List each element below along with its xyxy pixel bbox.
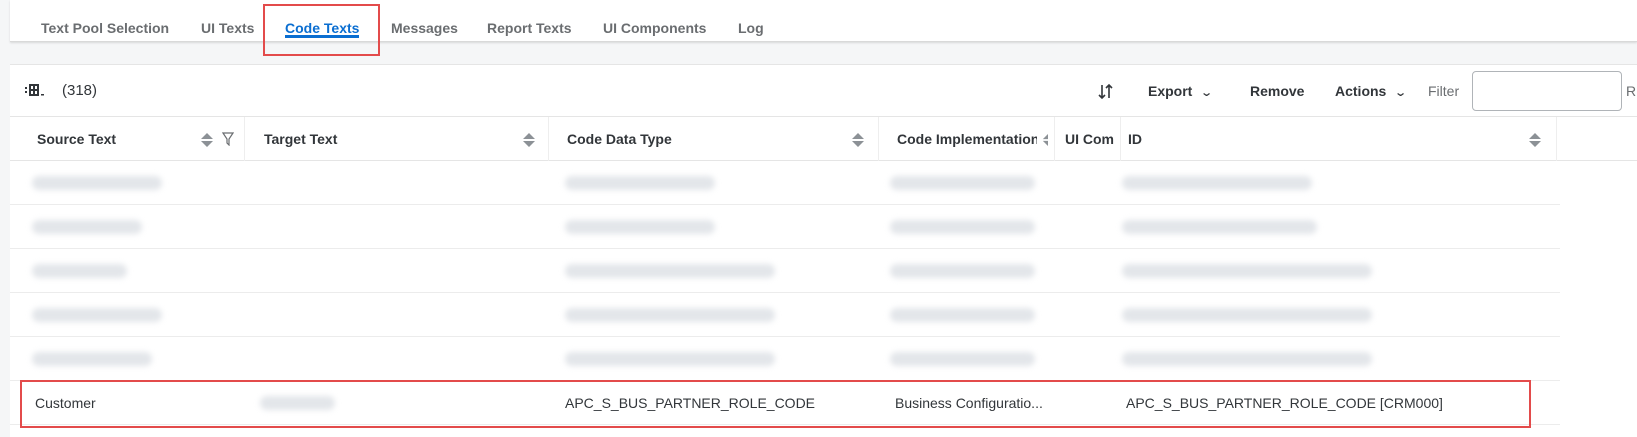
column-separator[interactable] <box>244 117 245 161</box>
redacted-cell <box>890 176 1035 190</box>
redacted-cell <box>890 308 1035 322</box>
tab-text-pool-selection[interactable]: Text Pool Selection <box>41 0 169 42</box>
sort-icon[interactable] <box>1098 65 1114 117</box>
table-row-redacted[interactable] <box>10 337 1560 381</box>
table-row[interactable]: Customer APC_S_BUS_PARTNER_ROLE_CODE Bus… <box>10 381 1560 425</box>
chevron-down-icon: ⌄ <box>1394 87 1408 99</box>
table-settings-icon[interactable] <box>25 65 47 117</box>
tab-log[interactable]: Log <box>738 0 764 42</box>
redacted-cell <box>32 220 142 234</box>
row-count: (318) <box>62 82 98 99</box>
redacted-cell <box>565 176 715 190</box>
export-label: Export <box>1148 83 1193 99</box>
sort-both-icon[interactable] <box>1528 132 1542 148</box>
column-header-id[interactable]: ID <box>1128 117 1228 161</box>
clipped-label: R <box>1626 83 1637 99</box>
cell-id: APC_S_BUS_PARTNER_ROLE_CODE [CRM000] <box>1126 395 1443 411</box>
sort-both-icon[interactable] <box>1042 132 1048 148</box>
cell-code-data-type: APC_S_BUS_PARTNER_ROLE_CODE <box>565 395 816 411</box>
redacted-cell <box>32 352 152 366</box>
tab-ui-components[interactable]: UI Components <box>603 0 706 42</box>
chevron-down-icon: ⌄ <box>1200 87 1214 99</box>
redacted-cell <box>32 176 162 190</box>
redacted-cell <box>565 352 775 366</box>
column-header-code-implementation[interactable]: Code Implementation <box>897 117 1037 161</box>
filter-input[interactable] <box>1472 71 1622 111</box>
redacted-cell <box>1122 220 1317 234</box>
redacted-cell <box>32 308 162 322</box>
redacted-cell <box>565 220 715 234</box>
table-header: Source Text Target Text Code Data Type C… <box>10 117 1637 161</box>
actions-label: Actions <box>1335 83 1387 99</box>
table-row-redacted[interactable] <box>10 293 1560 337</box>
column-separator[interactable] <box>878 117 879 161</box>
sort-both-icon[interactable] <box>522 132 536 148</box>
tab-bar: Text Pool Selection UI Texts Code Texts … <box>10 0 1637 42</box>
table-row-redacted[interactable] <box>10 249 1560 293</box>
table-row-redacted[interactable] <box>10 205 1560 249</box>
redacted-cell <box>890 352 1035 366</box>
export-button[interactable]: Export ⌄ <box>1148 65 1214 117</box>
redacted-cell <box>32 264 127 278</box>
cell-source-text: Customer <box>35 395 96 411</box>
filter-icon[interactable] <box>222 132 234 146</box>
actions-button[interactable]: Actions ⌄ <box>1335 65 1408 117</box>
redacted-cell <box>890 220 1035 234</box>
tab-ui-texts[interactable]: UI Texts <box>201 0 254 42</box>
column-header-target-text[interactable]: Target Text <box>264 117 464 161</box>
redacted-cell <box>1122 176 1312 190</box>
column-header-source-text[interactable]: Source Text <box>37 117 187 161</box>
redacted-cell <box>565 264 775 278</box>
column-separator[interactable] <box>1054 117 1055 161</box>
sort-both-icon[interactable] <box>851 132 865 148</box>
column-separator[interactable] <box>1120 117 1121 161</box>
tab-messages[interactable]: Messages <box>391 0 458 42</box>
redacted-cell <box>1122 352 1372 366</box>
table-toolbar: (318) Export ⌄ Remove Actions ⌄ Filter R <box>10 65 1637 117</box>
cell-code-implementation: Business Configuratio... <box>895 395 1043 411</box>
redacted-cell <box>565 308 775 322</box>
sort-both-icon[interactable] <box>200 132 214 148</box>
column-separator[interactable] <box>548 117 549 161</box>
tab-code-texts[interactable]: Code Texts <box>285 0 360 42</box>
redacted-cell <box>890 264 1035 278</box>
tab-report-texts[interactable]: Report Texts <box>487 0 572 42</box>
table-row-redacted[interactable] <box>10 161 1560 205</box>
cell-ui-component <box>1065 381 1115 425</box>
redacted-cell <box>260 396 335 410</box>
column-separator[interactable] <box>1556 117 1557 161</box>
code-texts-table: (318) Export ⌄ Remove Actions ⌄ Filter R S… <box>10 64 1637 437</box>
remove-button[interactable]: Remove <box>1250 65 1304 117</box>
column-header-ui-component[interactable]: UI Com <box>1065 117 1120 161</box>
redacted-cell <box>1122 264 1372 278</box>
filter-label: Filter <box>1428 83 1460 99</box>
redacted-cell <box>1122 308 1372 322</box>
column-header-code-data-type[interactable]: Code Data Type <box>567 117 767 161</box>
